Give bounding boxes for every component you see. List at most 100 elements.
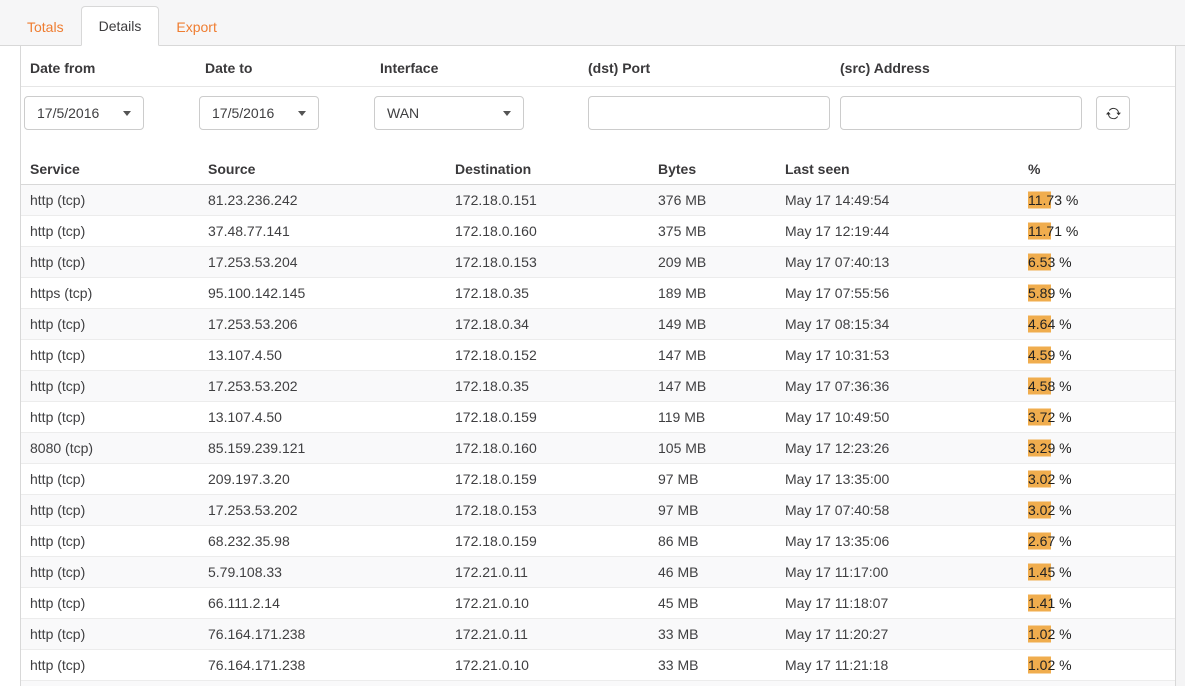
cell-percent: 4.64 % — [1028, 316, 1175, 332]
cell-destination: 172.18.0.160 — [455, 223, 658, 239]
percent-value: 1.45 % — [1028, 564, 1072, 580]
cell-percent: 6.53 % — [1028, 254, 1175, 270]
cell-bytes: 105 MB — [658, 440, 785, 456]
cell-destination: 172.18.0.35 — [455, 285, 658, 301]
cell-last-seen: May 17 07:40:58 — [785, 502, 1028, 518]
table-row: http (tcp)13.107.4.50172.18.0.159119 MBM… — [21, 402, 1175, 433]
cell-bytes: 97 MB — [658, 471, 785, 487]
date-from-select[interactable]: 17/5/2016 — [24, 96, 144, 130]
chevron-down-icon — [503, 111, 511, 116]
details-panel: Date from Date to Interface (dst) Port (… — [20, 46, 1176, 686]
cell-destination: 172.21.0.10 — [455, 657, 658, 673]
tab-details[interactable]: Details — [81, 6, 160, 46]
date-to-select[interactable]: 17/5/2016 — [199, 96, 319, 130]
cell-destination: 172.18.0.160 — [455, 440, 658, 456]
interface-select[interactable]: WAN — [374, 96, 524, 130]
cell-service: http (tcp) — [30, 657, 208, 673]
cell-bytes: 46 MB — [658, 564, 785, 580]
cell-bytes: 33 MB — [658, 657, 785, 673]
cell-last-seen: May 17 13:35:06 — [785, 533, 1028, 549]
cell-service: http (tcp) — [30, 626, 208, 642]
tab-bar: Totals Details Export — [0, 0, 1185, 46]
col-header-source: Source — [208, 161, 455, 177]
right-gutter — [1176, 46, 1185, 686]
percent-value: 4.64 % — [1028, 316, 1072, 332]
percent-value: 3.02 % — [1028, 471, 1072, 487]
dst-port-input[interactable] — [588, 96, 830, 130]
percent-value: 1.02 % — [1028, 657, 1072, 673]
cell-service: 8080 (tcp) — [30, 440, 208, 456]
cell-percent: 4.58 % — [1028, 378, 1175, 394]
cell-bytes: 375 MB — [658, 223, 785, 239]
cell-destination: 172.21.0.11 — [455, 626, 658, 642]
cell-destination: 172.18.0.35 — [455, 378, 658, 394]
cell-source: 85.159.239.121 — [208, 440, 455, 456]
cell-source: 13.107.4.50 — [208, 347, 455, 363]
cell-bytes: 189 MB — [658, 285, 785, 301]
cell-last-seen: May 17 07:55:56 — [785, 285, 1028, 301]
cell-last-seen: May 17 11:18:07 — [785, 595, 1028, 611]
percent-value: 5.89 % — [1028, 285, 1072, 301]
percent-value: 11.71 % — [1028, 223, 1078, 239]
cell-percent: 2.67 % — [1028, 533, 1175, 549]
table-row: http (tcp)66.111.2.14172.21.0.1045 MBMay… — [21, 588, 1175, 619]
cell-source: 17.253.53.202 — [208, 502, 455, 518]
cell-last-seen: May 17 10:49:50 — [785, 409, 1028, 425]
tab-totals[interactable]: Totals — [10, 8, 81, 46]
cell-source: 68.232.35.98 — [208, 533, 455, 549]
table-row: http (tcp)68.232.35.98172.18.0.15986 MBM… — [21, 526, 1175, 557]
col-header-destination: Destination — [455, 161, 658, 177]
table-row: http (tcp)5.79.108.33172.21.0.1146 MBMay… — [21, 557, 1175, 588]
cell-percent: 1.02 % — [1028, 626, 1175, 642]
chevron-down-icon — [298, 111, 306, 116]
cell-destination: 172.18.0.159 — [455, 409, 658, 425]
cell-service: http (tcp) — [30, 564, 208, 580]
cell-last-seen: May 17 08:15:34 — [785, 316, 1028, 332]
date-to-label: Date to — [199, 60, 319, 76]
cell-service: http (tcp) — [30, 533, 208, 549]
table-row: http (tcp)81.23.236.242172.18.0.151376 M… — [21, 185, 1175, 216]
table-body: http (tcp)81.23.236.242172.18.0.151376 M… — [21, 185, 1175, 681]
cell-source: 13.107.4.50 — [208, 409, 455, 425]
cell-service: http (tcp) — [30, 595, 208, 611]
cell-bytes: 33 MB — [658, 626, 785, 642]
cell-source: 37.48.77.141 — [208, 223, 455, 239]
cell-bytes: 376 MB — [658, 192, 785, 208]
cell-source: 81.23.236.242 — [208, 192, 455, 208]
cell-percent: 3.02 % — [1028, 502, 1175, 518]
dst-port-label: (dst) Port — [588, 60, 830, 76]
cell-last-seen: May 17 10:31:53 — [785, 347, 1028, 363]
cell-bytes: 119 MB — [658, 409, 785, 425]
cell-source: 95.100.142.145 — [208, 285, 455, 301]
cell-percent: 1.45 % — [1028, 564, 1175, 580]
interface-value: WAN — [387, 105, 419, 121]
cell-last-seen: May 17 11:20:27 — [785, 626, 1028, 642]
cell-service: http (tcp) — [30, 316, 208, 332]
cell-percent: 1.02 % — [1028, 657, 1175, 673]
cell-percent: 11.73 % — [1028, 192, 1175, 208]
cell-percent: 5.89 % — [1028, 285, 1175, 301]
cell-percent: 3.29 % — [1028, 440, 1175, 456]
table-row: http (tcp)76.164.171.238172.21.0.1033 MB… — [21, 650, 1175, 681]
date-to-value: 17/5/2016 — [212, 105, 274, 121]
col-header-percent: % — [1028, 161, 1175, 177]
cell-service: http (tcp) — [30, 192, 208, 208]
cell-service: http (tcp) — [30, 409, 208, 425]
refresh-icon — [1106, 106, 1121, 121]
percent-value: 1.41 % — [1028, 595, 1072, 611]
cell-destination: 172.18.0.159 — [455, 533, 658, 549]
cell-percent: 11.71 % — [1028, 223, 1175, 239]
percent-value: 11.73 % — [1028, 192, 1078, 208]
cell-bytes: 149 MB — [658, 316, 785, 332]
src-address-input[interactable] — [840, 96, 1082, 130]
cell-source: 76.164.171.238 — [208, 657, 455, 673]
cell-bytes: 97 MB — [658, 502, 785, 518]
tab-export[interactable]: Export — [159, 8, 233, 46]
cell-bytes: 86 MB — [658, 533, 785, 549]
cell-bytes: 147 MB — [658, 378, 785, 394]
cell-service: http (tcp) — [30, 347, 208, 363]
refresh-button[interactable] — [1096, 96, 1130, 130]
cell-bytes: 45 MB — [658, 595, 785, 611]
date-from-label: Date from — [24, 60, 144, 76]
cell-destination: 172.21.0.11 — [455, 564, 658, 580]
